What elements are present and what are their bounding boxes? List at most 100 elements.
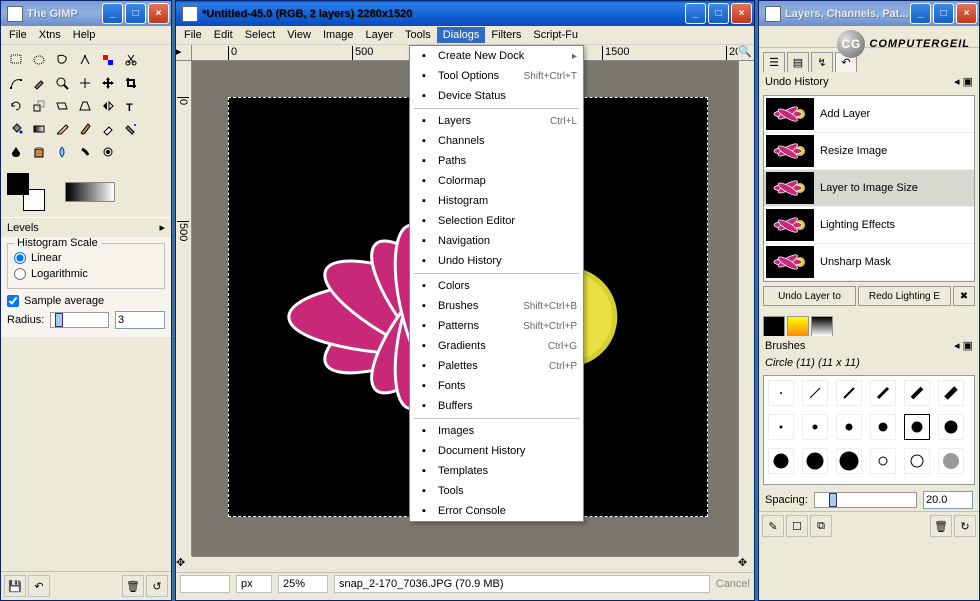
radio-linear[interactable]: Linear (14, 250, 158, 266)
tool-lasso[interactable] (51, 49, 73, 71)
tool-perspective[interactable] (74, 95, 96, 117)
brush-item[interactable] (938, 380, 964, 406)
menu-item[interactable]: ▪Tool OptionsShift+Ctrl+T (410, 66, 583, 86)
tool-scissors[interactable] (120, 49, 142, 71)
tool-zoom[interactable] (51, 72, 73, 94)
tool-rect-select[interactable] (5, 49, 27, 71)
tool-ink[interactable] (5, 141, 27, 163)
brush-item[interactable] (836, 448, 862, 474)
tool-by-color[interactable] (97, 49, 119, 71)
dup-brush-icon[interactable]: ⧉ (810, 515, 832, 537)
tab-channels[interactable]: ▤ (787, 52, 809, 72)
menu-scriptfu[interactable]: Script-Fu (527, 27, 584, 43)
menu-item[interactable]: ▪GradientsCtrl+G (410, 336, 583, 356)
undo-button[interactable]: Undo Layer to (763, 286, 856, 306)
menu-xtns[interactable]: Xtns (33, 27, 67, 43)
menu-item[interactable]: ▪Document History (410, 441, 583, 461)
brush-item[interactable] (802, 380, 828, 406)
close-button[interactable]: × (956, 3, 977, 24)
history-item[interactable]: Resize Image (764, 133, 974, 170)
minimize-button[interactable]: _ (102, 3, 123, 24)
menu-filters[interactable]: Filters (485, 27, 527, 43)
history-item[interactable]: Lighting Effects (764, 207, 974, 244)
maximize-button[interactable]: □ (933, 3, 954, 24)
brush-item[interactable] (768, 448, 794, 474)
active-gradient[interactable] (65, 182, 115, 202)
tab-brushes[interactable] (787, 316, 809, 336)
brush-item[interactable] (938, 448, 964, 474)
menu-item[interactable]: ▪Paths (410, 151, 583, 171)
menu-item[interactable]: ▪Tools (410, 481, 583, 501)
menu-image[interactable]: Image (317, 27, 360, 43)
spacing-slider[interactable] (814, 492, 917, 508)
menu-item[interactable]: ▪Buffers (410, 396, 583, 416)
history-item[interactable]: Add Layer (764, 96, 974, 133)
brush-item[interactable] (836, 414, 862, 440)
tool-measure[interactable] (74, 72, 96, 94)
history-item[interactable]: Unsharp Mask (764, 244, 974, 281)
tab-patterns[interactable] (811, 316, 833, 336)
delete-icon[interactable]: 🗑 (122, 575, 144, 597)
cancel-button[interactable]: Cancel (716, 578, 750, 590)
tool-color-picker[interactable] (28, 72, 50, 94)
tool-pencil[interactable] (51, 118, 73, 140)
menu-item[interactable]: ▪Selection Editor (410, 211, 583, 231)
titlebar[interactable]: The GIMP _ □ × (1, 1, 171, 26)
nav-icon[interactable]: ✥ (176, 556, 192, 572)
ruler-corner[interactable]: ▸ (176, 45, 192, 61)
edit-brush-icon[interactable]: ✎ (762, 515, 784, 537)
brush-item[interactable] (938, 414, 964, 440)
menu-item[interactable]: ▪LayersCtrl+L (410, 111, 583, 131)
menu-help[interactable]: Help (67, 27, 102, 43)
tool-fuzzy-select[interactable] (74, 49, 96, 71)
tool-paintbrush[interactable] (74, 118, 96, 140)
tool-ellipse-select[interactable] (28, 49, 50, 71)
minimize-button[interactable]: _ (910, 3, 931, 24)
fg-bg-swatch[interactable] (7, 173, 45, 211)
refresh-brush-icon[interactable]: ↻ (954, 515, 976, 537)
tool-eraser[interactable] (97, 118, 119, 140)
brush-item[interactable] (768, 380, 794, 406)
menu-item[interactable]: ▪Undo History (410, 251, 583, 271)
menu-layer[interactable]: Layer (360, 27, 400, 43)
maximize-button[interactable]: □ (708, 3, 729, 24)
new-brush-icon[interactable]: ☐ (786, 515, 808, 537)
tool-crop[interactable] (120, 72, 142, 94)
tool-scale[interactable] (28, 95, 50, 117)
fg-color[interactable] (7, 173, 29, 195)
menu-item[interactable]: ▪PalettesCtrl+P (410, 356, 583, 376)
clear-button[interactable]: ✖ (953, 286, 975, 306)
revert-icon[interactable]: ↶ (28, 575, 50, 597)
brush-item[interactable] (904, 448, 930, 474)
menu-item[interactable]: ▪Fonts (410, 376, 583, 396)
menu-dialogs[interactable]: Dialogs (437, 27, 486, 43)
titlebar[interactable]: *Untitled-45.0 (RGB, 2 layers) 2280x1520… (176, 1, 754, 26)
maximize-button[interactable]: □ (125, 3, 146, 24)
tool-rotate[interactable] (5, 95, 27, 117)
menu-item[interactable]: ▪Histogram (410, 191, 583, 211)
menu-item[interactable]: ▪Create New Dock▸ (410, 46, 583, 66)
panel-menu-icon[interactable]: ◂ ▣ (954, 75, 973, 88)
brush-item[interactable] (802, 448, 828, 474)
spacing-input[interactable]: 20.0 (923, 491, 973, 509)
menu-file[interactable]: File (3, 27, 33, 43)
brush-item[interactable] (904, 380, 930, 406)
menu-item[interactable]: ▪Images (410, 421, 583, 441)
scrollbar-h[interactable] (192, 556, 738, 572)
brush-item[interactable] (870, 448, 896, 474)
tab-paths[interactable]: ↯ (811, 52, 833, 72)
radius-slider[interactable] (50, 312, 109, 328)
menu-file[interactable]: File (178, 27, 208, 43)
menu-item[interactable]: ▪Navigation (410, 231, 583, 251)
menu-item[interactable]: ▪PatternsShift+Ctrl+P (410, 316, 583, 336)
panel-menu-icon[interactable]: ▸ (159, 221, 165, 234)
tool-bucket[interactable] (5, 118, 27, 140)
tool-blur[interactable] (51, 141, 73, 163)
brush-item[interactable] (870, 414, 896, 440)
status-zoom[interactable]: 25% (278, 575, 328, 593)
menu-item[interactable]: ▪Channels (410, 131, 583, 151)
check-sample-avg[interactable]: Sample average (7, 293, 165, 309)
corner-icon[interactable]: ✥ (738, 556, 754, 572)
brush-item[interactable] (802, 414, 828, 440)
ruler-vertical[interactable]: 0 500 (176, 61, 192, 556)
